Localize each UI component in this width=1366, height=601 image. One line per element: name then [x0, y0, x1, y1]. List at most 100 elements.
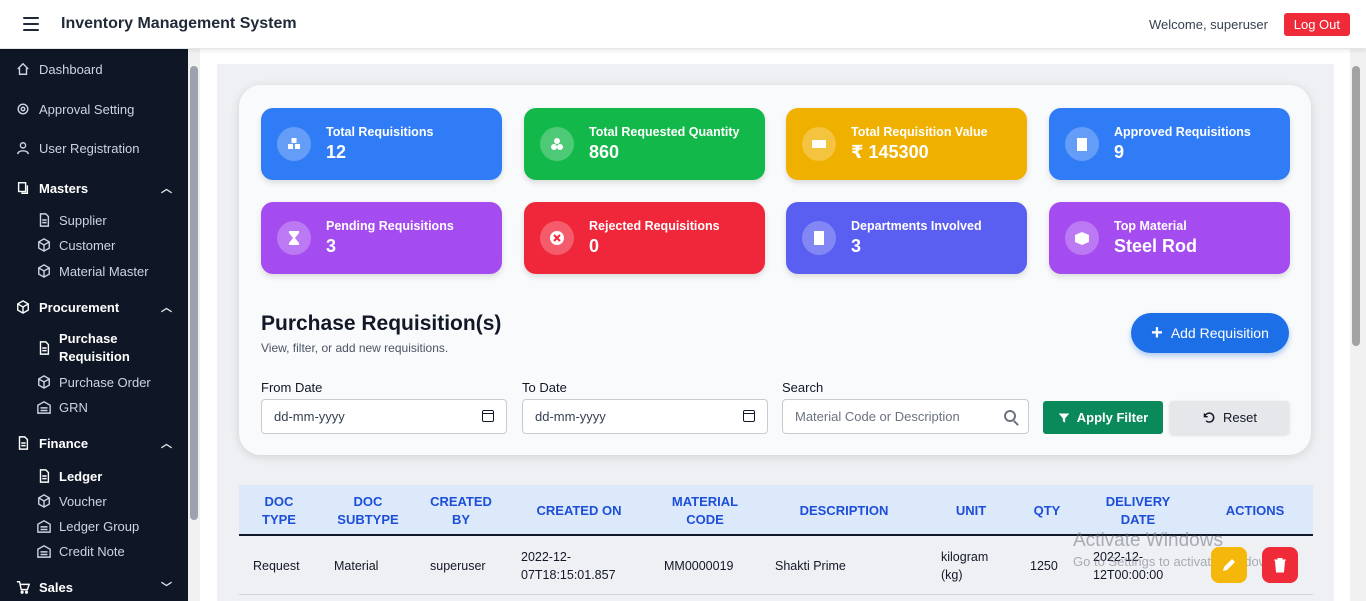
stat-label: Rejected Requisitions — [589, 219, 720, 233]
sidebar-label: Voucher — [59, 493, 107, 509]
sidebar-item-customer[interactable]: Customer — [0, 233, 188, 257]
col-qty: QTY — [1033, 502, 1061, 518]
top-header: Inventory Management System Welcome, sup… — [0, 0, 1366, 49]
calendar-icon[interactable] — [743, 410, 755, 422]
to-date-input[interactable]: dd-mm-yyyy — [522, 399, 768, 434]
sidebar-item-ledger[interactable]: Ledger — [0, 464, 188, 488]
gear-icon — [16, 102, 30, 116]
to-date-label: To Date — [522, 380, 567, 395]
trash-icon — [1274, 558, 1286, 573]
undo-icon — [1203, 412, 1215, 423]
sidebar-label: Approval Setting — [39, 101, 135, 117]
from-date-input[interactable]: dd-mm-yyyy — [261, 399, 507, 434]
warehouse-icon — [37, 400, 51, 414]
stat-rejected-requisitions: Rejected Requisitions 0 — [524, 202, 765, 274]
cube-icon — [37, 264, 51, 278]
warehouse-icon — [37, 519, 51, 533]
sidebar-label: Purchase Order — [59, 374, 151, 390]
sidebar-item-supplier[interactable]: Supplier — [0, 208, 188, 232]
stat-value: 12 — [326, 142, 347, 162]
sidebar: Dashboard Approval Setting User Registra… — [0, 49, 188, 601]
stat-total-requisition-value: Total Requisition Value ₹ 145300 — [786, 108, 1027, 180]
stat-value: Steel Rod — [1114, 236, 1198, 256]
apply-filter-button[interactable]: Apply Filter — [1043, 401, 1163, 434]
cube-icon — [16, 300, 30, 314]
stat-value: 3 — [851, 236, 862, 256]
stat-value: ₹ 145300 — [851, 142, 929, 162]
sidebar-label: Purchase Requisition — [59, 331, 130, 364]
stat-label: Approved Requisitions — [1114, 125, 1251, 139]
money-icon — [802, 127, 836, 161]
cell-qty: 1250 — [1030, 559, 1058, 573]
sidebar-label: Supplier — [59, 212, 107, 228]
sidebar-group-label: Sales — [39, 579, 73, 595]
button-label: Apply Filter — [1076, 410, 1149, 425]
plus-icon: + — [1151, 322, 1163, 344]
sidebar-label: GRN — [59, 399, 88, 415]
sidebar-group-masters[interactable]: Masters ︿ — [0, 176, 188, 200]
cell-created-by: superuser — [430, 559, 486, 573]
warehouse-icon — [37, 544, 51, 558]
cell-description: Shakti Prime — [775, 559, 846, 573]
sidebar-item-dashboard[interactable]: Dashboard — [0, 57, 188, 81]
welcome-text: Welcome, superuser — [1149, 17, 1268, 32]
chevron-up-icon: ︿ — [161, 438, 172, 450]
search-placeholder: Material Code or Description — [795, 409, 960, 424]
calendar-icon[interactable] — [482, 410, 494, 422]
menu-toggle-icon[interactable] — [23, 17, 39, 31]
sidebar-label: Ledger Group — [59, 518, 140, 534]
sidebar-item-voucher[interactable]: Voucher — [0, 489, 188, 513]
row-divider — [239, 594, 1313, 595]
stat-label: Pending Requisitions — [326, 219, 454, 233]
stat-pending-requisitions: Pending Requisitions 3 — [261, 202, 502, 274]
delete-button[interactable] — [1262, 547, 1298, 583]
file-icon — [37, 213, 51, 227]
filter-icon — [1058, 413, 1069, 422]
edit-icon — [1223, 559, 1235, 571]
search-input[interactable]: Material Code or Description — [782, 399, 1029, 434]
stat-value: 860 — [589, 142, 620, 162]
sidebar-label: Customer — [59, 237, 116, 253]
sidebar-group-procurement[interactable]: Procurement ︿ — [0, 295, 188, 319]
col-actions: ACTIONS — [1225, 502, 1285, 518]
main-scrollbar[interactable] — [1352, 66, 1360, 346]
col-created-by: CREATED BY — [430, 493, 492, 527]
file-icon — [37, 341, 51, 355]
stat-label: Total Requisition Value — [851, 125, 988, 139]
sidebar-group-sales[interactable]: Sales ﹀ — [0, 575, 188, 599]
stat-label: Top Material — [1114, 219, 1187, 233]
search-icon — [1004, 410, 1016, 422]
sidebar-item-ledger-group[interactable]: Ledger Group — [0, 514, 188, 538]
app-title: Inventory Management System — [61, 15, 297, 32]
sidebar-label: Ledger — [59, 468, 103, 484]
clipboard-check-icon — [1065, 127, 1099, 161]
cube-icon — [37, 375, 51, 389]
logout-button[interactable]: Log Out — [1283, 13, 1350, 36]
sidebar-item-user-registration[interactable]: User Registration — [0, 136, 188, 160]
sidebar-group-finance[interactable]: Finance ︿ — [0, 431, 188, 455]
chevron-up-icon: ︿ — [161, 302, 172, 314]
cube-icon — [37, 494, 51, 508]
stat-value: 3 — [326, 236, 337, 256]
chevron-up-icon: ︿ — [161, 183, 172, 195]
col-description: DESCRIPTION — [799, 502, 889, 518]
sidebar-item-material-master[interactable]: Material Master — [0, 259, 188, 283]
sidebar-item-credit-note[interactable]: Credit Note — [0, 539, 188, 563]
add-requisition-button[interactable]: + Add Requisition — [1131, 313, 1289, 353]
reset-button[interactable]: Reset — [1170, 401, 1289, 434]
sidebar-item-purchase-order[interactable]: Purchase Order — [0, 370, 188, 394]
edit-button[interactable] — [1211, 547, 1247, 583]
stat-value: 0 — [589, 236, 600, 256]
from-date-label: From Date — [261, 380, 323, 395]
col-doc-subtype: DOC SUBTYPE — [337, 493, 399, 527]
sidebar-item-approval-setting[interactable]: Approval Setting — [0, 97, 188, 121]
user-icon — [16, 141, 30, 155]
stat-top-material: Top Material Steel Rod — [1049, 202, 1290, 274]
home-icon — [16, 62, 30, 76]
sidebar-scrollbar[interactable] — [190, 66, 198, 520]
building-icon — [802, 221, 836, 255]
sidebar-item-purchase-requisition[interactable]: Purchase Requisition — [0, 330, 188, 366]
cube-icon — [37, 238, 51, 252]
sidebar-item-grn[interactable]: GRN — [0, 395, 188, 419]
file-icon — [16, 436, 30, 450]
